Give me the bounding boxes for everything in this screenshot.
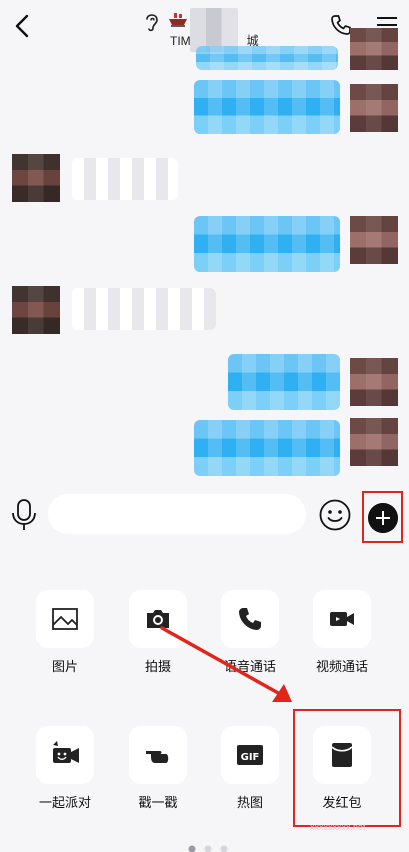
message-list[interactable] xyxy=(0,28,409,480)
emoji-icon[interactable] xyxy=(318,498,352,532)
my-avatar[interactable] xyxy=(350,28,398,70)
my-avatar[interactable] xyxy=(350,358,398,406)
my-avatar[interactable] xyxy=(350,84,398,132)
chat-header: TIM 城 xyxy=(0,0,409,52)
message-input[interactable] xyxy=(48,494,306,534)
back-arrow-icon[interactable] xyxy=(8,10,38,42)
ship-badge-icon xyxy=(169,13,187,27)
message-bubble-outgoing[interactable] xyxy=(194,216,340,272)
my-avatar[interactable] xyxy=(350,216,398,264)
contact-avatar[interactable] xyxy=(12,286,60,334)
message-bubble-incoming[interactable] xyxy=(72,158,178,200)
message-bubble-outgoing[interactable] xyxy=(196,46,338,70)
message-bubble-outgoing[interactable] xyxy=(194,420,340,476)
page-indicator xyxy=(188,845,228,852)
plus-button-highlight xyxy=(362,491,403,543)
message-bubble-outgoing[interactable] xyxy=(228,354,340,410)
annotation-arrow-icon xyxy=(160,626,292,702)
microphone-icon[interactable] xyxy=(10,498,38,532)
plus-icon[interactable] xyxy=(368,503,398,533)
ear-icon xyxy=(146,14,158,32)
contact-avatar[interactable] xyxy=(12,154,60,202)
phone-call-icon[interactable] xyxy=(330,14,352,36)
message-bubble-outgoing[interactable] xyxy=(194,80,340,134)
chat-title-area[interactable]: TIM 城 xyxy=(140,6,270,52)
watermark: xxxxxxxxx.net xyxy=(310,822,366,832)
message-bubble-incoming[interactable] xyxy=(72,288,216,330)
more-functions-panel: 图片 拍摄 语音通话 视频通话 一起派对 戳一戳 GIF 热图 发红包 xxxx… xyxy=(0,556,409,852)
input-bar xyxy=(0,486,409,546)
my-avatar[interactable] xyxy=(350,418,398,466)
